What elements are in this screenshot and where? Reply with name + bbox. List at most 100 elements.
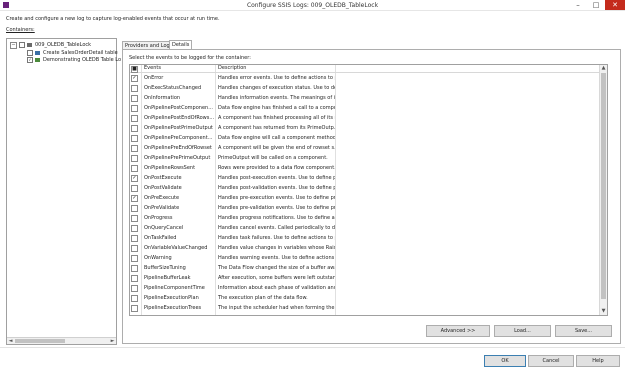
tree-node-create-table[interactable]: Create SalesOrderDetail table [43, 50, 118, 56]
containers-tree[interactable]: − 009_OLEDB_TableLock Create SalesOrderD… [6, 38, 121, 345]
event-row[interactable]: BufferSizeTuning The Data Flow changed th… [130, 263, 607, 273]
event-checkbox-cell[interactable] [131, 213, 138, 223]
tree-child-checkbox[interactable] [27, 50, 33, 56]
event-checkbox-cell[interactable] [131, 93, 138, 103]
event-checkbox[interactable] [131, 295, 138, 302]
event-checkbox-cell[interactable]: ✓ [131, 73, 138, 83]
event-row[interactable]: OnTaskFailed Handles task failures. Use t… [130, 233, 607, 243]
event-checkbox-cell[interactable] [131, 183, 138, 193]
event-checkbox-cell[interactable] [131, 133, 138, 143]
event-checkbox[interactable] [131, 275, 138, 282]
event-checkbox[interactable]: ✓ [131, 195, 138, 202]
event-checkbox-cell[interactable] [131, 163, 138, 173]
event-row[interactable]: OnExecStatusChanged Handles changes of ex… [130, 83, 607, 93]
event-row[interactable]: PipelineBufferLeak After execution, some … [130, 273, 607, 283]
scroll-down-icon[interactable]: ▼ [600, 308, 607, 315]
event-checkbox[interactable] [131, 155, 138, 162]
event-checkbox-cell[interactable] [131, 263, 138, 273]
event-row[interactable]: OnPipelinePreEndOfRowset A component will… [130, 143, 607, 153]
event-checkbox-cell[interactable] [131, 113, 138, 123]
event-checkbox-cell[interactable]: ✓ [131, 193, 138, 203]
event-row[interactable]: OnVariableValueChanged Handles value chan… [130, 243, 607, 253]
cancel-button[interactable]: Cancel [528, 355, 574, 367]
tree-child-checkbox[interactable]: ✓ [27, 57, 33, 63]
event-checkbox-cell[interactable] [131, 223, 138, 233]
event-checkbox-cell[interactable] [131, 153, 138, 163]
event-checkbox[interactable] [131, 95, 138, 102]
event-row[interactable]: OnPreValidate Handles pre-validation even… [130, 203, 607, 213]
event-row[interactable]: OnPostValidate Handles post-validation ev… [130, 183, 607, 193]
event-row[interactable]: ✓ OnPostExecute Handles post-execution eve… [130, 173, 607, 183]
load-button[interactable]: Load... [494, 325, 551, 337]
event-checkbox[interactable] [131, 315, 138, 316]
event-checkbox-cell[interactable] [131, 303, 138, 313]
event-checkbox[interactable] [131, 235, 138, 242]
description-column-header[interactable]: Description [215, 65, 336, 72]
scroll-thumb[interactable] [15, 339, 65, 343]
scroll-right-icon[interactable]: ► [109, 338, 116, 344]
grid-vertical-scrollbar[interactable]: ▲ ▼ [599, 65, 607, 315]
tree-node-root[interactable]: 009_OLEDB_TableLock [35, 42, 91, 48]
event-row[interactable]: PipelineInitializationVarious informatio… [130, 313, 607, 316]
event-checkbox[interactable]: ✓ [131, 175, 138, 182]
event-row[interactable]: PipelineExecutionPlan The execution plan … [130, 293, 607, 303]
event-checkbox-cell[interactable] [131, 243, 138, 253]
events-column-header[interactable]: Events [141, 65, 216, 72]
event-row[interactable]: ✓ OnError Handles error events. Use to def… [130, 73, 607, 83]
event-checkbox[interactable] [131, 305, 138, 312]
event-row[interactable]: OnPipelinePrePrimeOutput PrimeOutput will… [130, 153, 607, 163]
advanced-button[interactable]: Advanced >> [426, 325, 490, 337]
event-checkbox[interactable] [131, 115, 138, 122]
tree-node-demonstrating[interactable]: Demonstrating OLEDB Table Lo [43, 57, 121, 63]
event-checkbox[interactable] [131, 205, 138, 212]
save-button[interactable]: Save... [555, 325, 612, 337]
event-checkbox-cell[interactable] [131, 233, 138, 243]
scroll-left-icon[interactable]: ◄ [7, 338, 14, 344]
scroll-up-icon[interactable]: ▲ [600, 65, 607, 72]
event-row[interactable]: OnPipelinePostPrimeOutput A component has… [130, 123, 607, 133]
tree-collapse-icon[interactable]: − [10, 42, 17, 49]
event-checkbox[interactable] [131, 105, 138, 112]
event-row[interactable]: ✓ OnPreExecute Handles pre-execution event… [130, 193, 607, 203]
event-checkbox[interactable]: ✓ [131, 75, 138, 82]
event-checkbox[interactable] [131, 145, 138, 152]
event-checkbox-cell[interactable] [131, 123, 138, 133]
event-row[interactable]: OnPipelinePreComponent... Data flow engin… [130, 133, 607, 143]
help-button[interactable]: Help [576, 355, 620, 367]
event-checkbox[interactable] [131, 285, 138, 292]
events-grid[interactable]: ■ Events Description ✓ OnError Handles err… [129, 64, 608, 316]
event-row[interactable]: PipelineExecutionTrees The input the sche… [130, 303, 607, 313]
event-checkbox[interactable] [131, 185, 138, 192]
event-checkbox-cell[interactable] [131, 143, 138, 153]
select-all-checkbox[interactable]: ■ [131, 66, 138, 73]
event-checkbox-cell[interactable] [131, 83, 138, 93]
maximize-button[interactable]: □ [589, 0, 603, 10]
event-row[interactable]: OnPipelineRowsSent Rows were provided to … [130, 163, 607, 173]
event-checkbox[interactable] [131, 245, 138, 252]
scroll-thumb[interactable] [601, 73, 606, 299]
event-row[interactable]: OnQueryCancel Handles cancel events. Call… [130, 223, 607, 233]
event-checkbox[interactable] [131, 165, 138, 172]
event-checkbox[interactable] [131, 135, 138, 142]
event-checkbox[interactable] [131, 255, 138, 262]
tree-horizontal-scrollbar[interactable]: ◄ ► [7, 337, 116, 344]
event-checkbox-cell[interactable] [131, 313, 138, 316]
close-button[interactable]: ✕ [605, 0, 625, 10]
event-row[interactable]: OnPipelinePostEndOfRows... A component ha… [130, 113, 607, 123]
event-checkbox[interactable] [131, 125, 138, 132]
event-checkbox[interactable] [131, 85, 138, 92]
tree-root-checkbox[interactable] [19, 42, 25, 48]
event-checkbox[interactable] [131, 225, 138, 232]
event-checkbox-cell[interactable]: ✓ [131, 173, 138, 183]
event-row[interactable]: OnPipelinePostComponen... Data flow engin… [130, 103, 607, 113]
event-row[interactable]: OnInformation Handles information events.… [130, 93, 607, 103]
event-row[interactable]: OnWarning Handles warning events. Use to … [130, 253, 607, 263]
event-row[interactable]: OnProgress Handles progress notifications… [130, 213, 607, 223]
event-checkbox[interactable] [131, 215, 138, 222]
event-checkbox-cell[interactable] [131, 273, 138, 283]
event-row[interactable]: PipelineComponentTime Information about e… [130, 283, 607, 293]
event-checkbox-cell[interactable] [131, 293, 138, 303]
event-checkbox[interactable] [131, 265, 138, 272]
ok-button[interactable]: OK [484, 355, 526, 367]
event-checkbox-cell[interactable] [131, 253, 138, 263]
